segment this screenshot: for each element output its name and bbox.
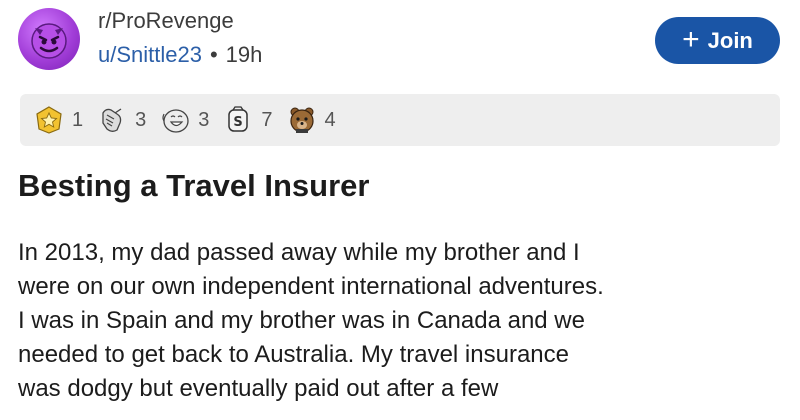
- award-count: 3: [198, 108, 210, 131]
- svg-text:S: S: [234, 115, 243, 130]
- laughing-face-award-icon: [162, 109, 189, 133]
- awards-bar[interactable]: 1 3 3 S 7 4: [20, 94, 780, 146]
- hand-fist-award-icon: [102, 108, 122, 132]
- plus-icon: +: [682, 22, 700, 56]
- post-title[interactable]: Besting a Travel Insurer: [18, 168, 369, 204]
- award-count: 4: [324, 108, 336, 131]
- author-link[interactable]: u/Snittle23: [98, 42, 202, 67]
- award-money-bag[interactable]: S 7: [223, 105, 273, 135]
- body-line: was dodgy but eventually paid out after …: [18, 375, 499, 402]
- post-meta: u/Snittle23 • 19h: [98, 42, 262, 68]
- meta-separator: •: [209, 42, 218, 67]
- money-bag-award-icon: S: [228, 106, 249, 132]
- post-body: In 2013, my dad passed away while my bro…: [18, 236, 788, 406]
- award-gold-star[interactable]: 1: [34, 105, 83, 135]
- reddit-post-view: r/ProRevenge u/Snittle23 • 19h + Join 1 3: [0, 0, 800, 420]
- award-hand-fist[interactable]: 3: [97, 105, 146, 135]
- join-button[interactable]: + Join: [655, 17, 780, 64]
- devil-face-icon[interactable]: [18, 8, 80, 70]
- join-label: Join: [707, 27, 753, 53]
- post-time: 19h: [225, 42, 263, 67]
- award-count: 3: [135, 108, 147, 131]
- body-line: In 2013, my dad passed away while my bro…: [18, 239, 580, 266]
- bear-award-icon: [289, 107, 314, 133]
- award-count: 1: [72, 108, 84, 131]
- award-laughing-face[interactable]: 3: [160, 105, 209, 135]
- award-count: 7: [261, 108, 273, 131]
- body-line: I was in Spain and my brother was in Can…: [18, 307, 585, 334]
- gold-star-award-icon: [36, 106, 62, 134]
- body-line: were on our own independent internationa…: [18, 273, 604, 300]
- award-bear[interactable]: 4: [287, 105, 336, 135]
- subreddit-name[interactable]: r/ProRevenge: [98, 8, 234, 34]
- body-line: needed to get back to Australia. My trav…: [18, 341, 569, 368]
